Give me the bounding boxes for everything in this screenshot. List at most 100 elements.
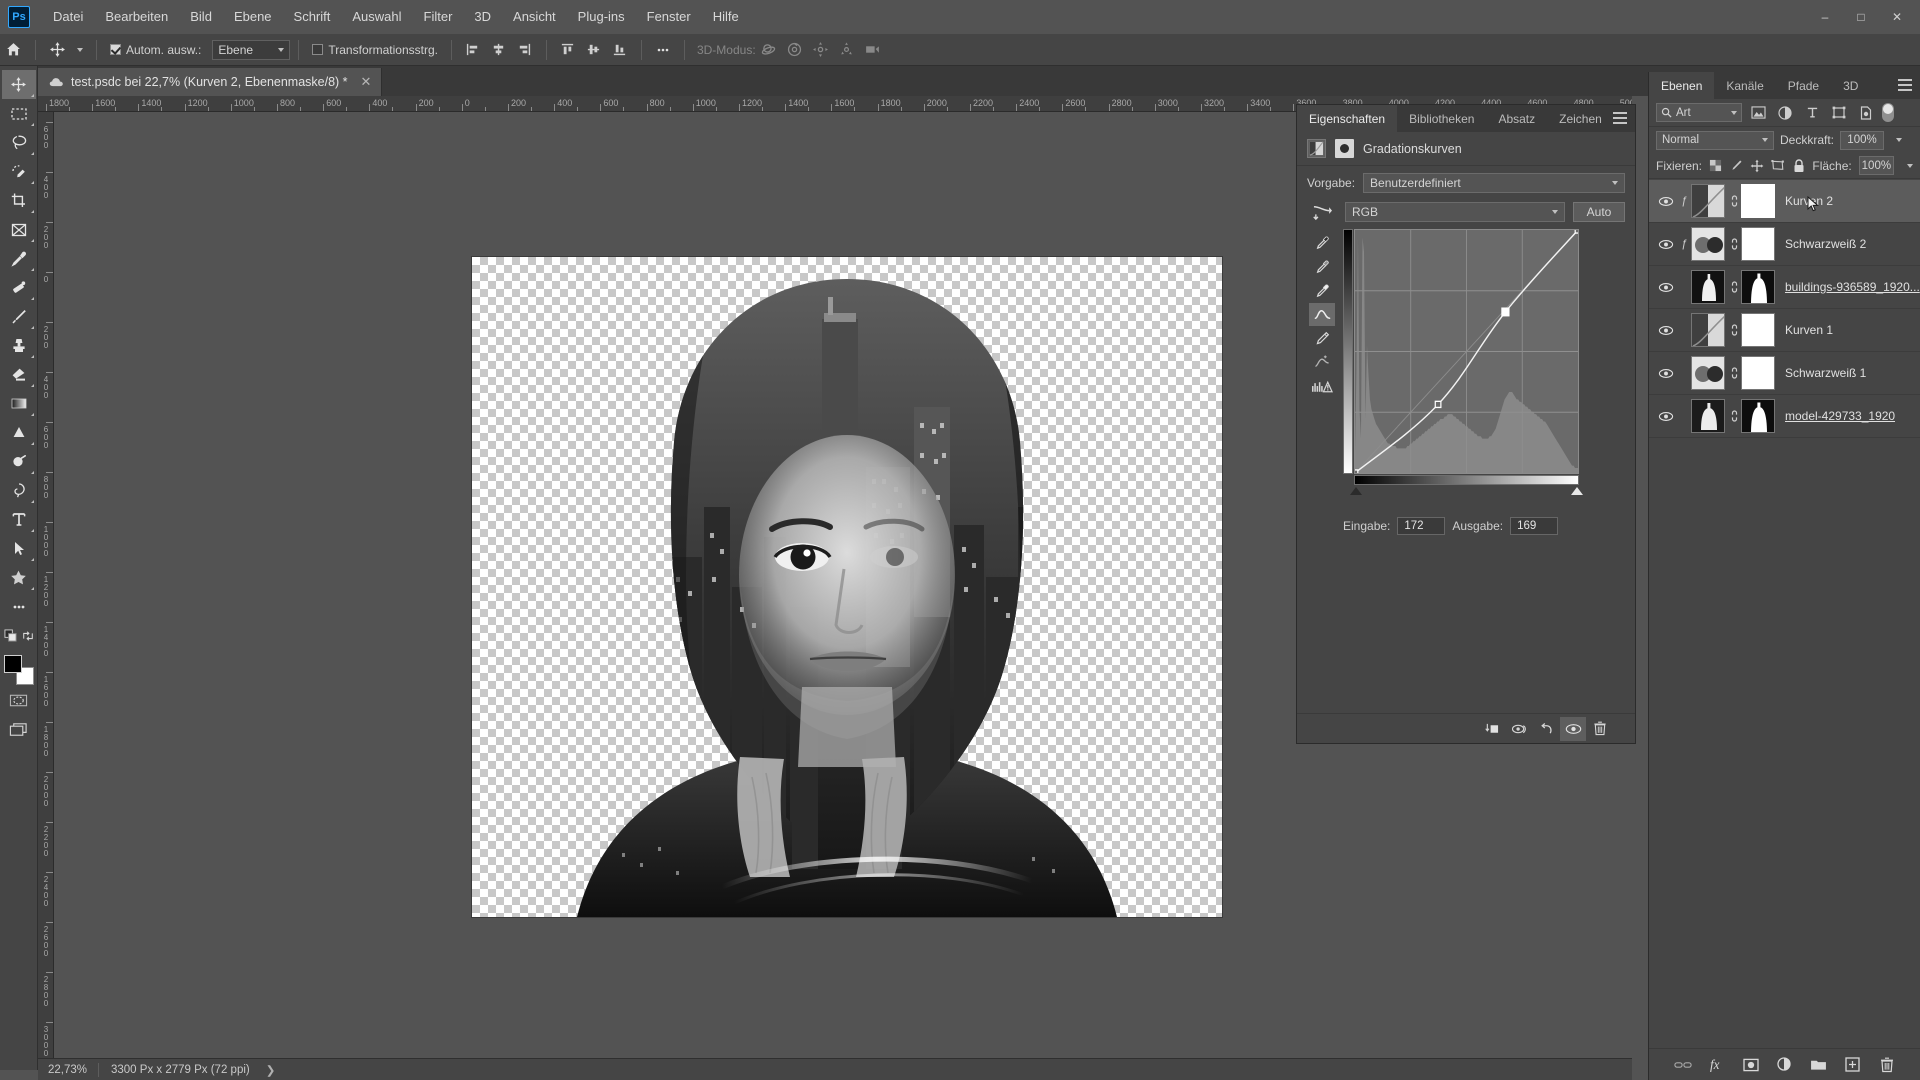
dodge-tool-button[interactable] [2,447,36,476]
lock-artboard-icon[interactable] [1771,157,1785,174]
eyedropper-tool-button[interactable] [2,244,36,273]
curve-control-point[interactable] [1574,230,1578,234]
tab-3d[interactable]: 3D [1831,72,1870,99]
toggle-visibility-button[interactable] [1560,716,1586,741]
shape-tool-button[interactable] [2,563,36,592]
more-options-button[interactable] [650,37,676,63]
frame-tool-button[interactable] [2,215,36,244]
lasso-tool-button[interactable] [2,128,36,157]
blur-tool-button[interactable] [2,418,36,447]
white-point-slider[interactable] [1571,487,1583,495]
align-middle-v-button[interactable] [581,37,607,63]
auto-button[interactable]: Auto [1573,202,1625,222]
type-tool-button[interactable] [2,505,36,534]
foreground-color-swatch[interactable] [3,655,22,673]
document-tab[interactable]: test.psdc bei 22,7% (Kurven 2, Ebenenmas… [38,68,383,96]
gradient-tool-button[interactable] [2,389,36,418]
layer-name[interactable]: model-429733_1920 [1785,409,1895,423]
layer-link-icon[interactable] [1727,366,1741,380]
lock-all-icon[interactable] [1792,157,1805,174]
layer-row-0[interactable]: ƒ Kurven 2 [1649,180,1920,223]
menu-item-hilfe[interactable]: Hilfe [702,0,750,34]
opacity-value-field[interactable]: 100% [1840,130,1885,150]
menu-item-ansicht[interactable]: Ansicht [502,0,567,34]
sample-white-point-icon[interactable] [1309,279,1335,302]
output-value-field[interactable]: 169 [1510,517,1559,535]
new-adjustment-button[interactable] [1775,1055,1795,1075]
channel-dropdown[interactable]: RGB [1345,202,1565,222]
layer-row-2[interactable]: buildings-936589_1920... [1649,266,1920,309]
layer-thumbnail[interactable] [1691,313,1725,347]
draw-curve-pencil-icon[interactable] [1309,327,1335,350]
layer-visibility-toggle[interactable] [1655,239,1677,250]
filter-smart-icon[interactable] [1855,103,1877,123]
quick-mask-button[interactable] [2,686,36,715]
sample-gray-point-icon[interactable] [1309,255,1335,278]
layer-link-icon[interactable] [1727,280,1741,294]
toggle-previous-state-button[interactable] [1506,717,1532,741]
layer-thumbnail[interactable] [1691,356,1725,390]
tab-eigenschaften[interactable]: Eigenschaften [1297,105,1398,132]
layer-mask-thumbnail[interactable] [1741,313,1775,347]
swap-colors-icon[interactable] [22,630,34,642]
lock-image-icon[interactable] [1729,157,1742,174]
eraser-tool-button[interactable] [2,360,36,389]
brush-tool-button[interactable] [2,302,36,331]
crop-tool-button[interactable] [2,186,36,215]
filter-adjustment-icon[interactable] [1774,103,1796,123]
transform-controls-checkbox[interactable]: Transformationsstrg. [307,34,443,66]
menu-item-schrift[interactable]: Schrift [283,0,342,34]
smooth-curve-icon[interactable] [1309,351,1335,374]
layer-visibility-toggle[interactable] [1655,368,1677,379]
menu-item-plugins[interactable]: Plug-ins [567,0,636,34]
tab-zeichen[interactable]: Zeichen [1547,105,1614,132]
layer-row-1[interactable]: ƒ Schwarzweiß 2 [1649,223,1920,266]
menu-item-3d[interactable]: 3D [463,0,502,34]
clipping-warning-icon[interactable] [1309,375,1335,398]
lock-position-icon[interactable] [1750,157,1764,174]
layer-thumbnail[interactable] [1691,184,1725,218]
layer-name[interactable]: Schwarzweiß 2 [1785,237,1866,251]
screen-mode-button[interactable] [2,715,36,744]
zoom-level[interactable]: 22,73% [38,1064,98,1076]
layer-link-icon[interactable] [1727,409,1741,423]
layer-row-5[interactable]: model-429733_1920 [1649,395,1920,438]
tab-pfade[interactable]: Pfade [1776,72,1831,99]
minimize-button[interactable]: – [1808,0,1842,34]
preset-dropdown[interactable]: Benutzerdefiniert [1363,173,1625,193]
menu-item-fenster[interactable]: Fenster [636,0,702,34]
menu-item-bearbeiten[interactable]: Bearbeiten [94,0,179,34]
layer-mask-thumbnail[interactable] [1741,399,1775,433]
align-bottom-button[interactable] [607,37,633,63]
current-tool-button[interactable] [44,34,88,66]
layer-visibility-toggle[interactable] [1655,282,1677,293]
marquee-tool-button[interactable] [2,99,36,128]
filter-pixel-icon[interactable] [1747,103,1769,123]
align-center-h-button[interactable] [486,37,512,63]
layer-name[interactable]: buildings-936589_1920... [1785,280,1920,294]
fill-chevron-icon[interactable] [1907,163,1913,168]
layer-thumbnail[interactable] [1691,227,1725,261]
curve-control-point[interactable] [1355,469,1359,473]
quick-selection-tool-button[interactable] [2,157,36,186]
auto-select-checkbox-box[interactable] [110,44,121,55]
blend-mode-dropdown[interactable]: Normal [1656,130,1774,150]
layer-visibility-toggle[interactable] [1655,325,1677,336]
layer-thumbnail[interactable] [1691,270,1725,304]
menu-item-datei[interactable]: Datei [42,0,94,34]
layer-filter-dropdown[interactable]: Art [1656,103,1742,122]
auto-select-checkbox[interactable]: Autom. ausw.: [105,34,206,66]
layer-name[interactable]: Schwarzweiß 1 [1785,366,1866,380]
layer-visibility-toggle[interactable] [1655,411,1677,422]
close-button[interactable]: ✕ [1880,0,1914,34]
menu-item-bild[interactable]: Bild [179,0,223,34]
clip-to-layer-button[interactable] [1479,717,1505,741]
close-tab-icon[interactable]: ✕ [361,74,372,90]
path-selection-tool-button[interactable] [2,534,36,563]
tab-kanaele[interactable]: Kanäle [1714,72,1775,99]
sample-black-point-icon[interactable] [1309,231,1335,254]
new-group-button[interactable] [1809,1055,1829,1075]
curves-graph[interactable] [1354,229,1579,474]
layer-link-icon[interactable] [1727,237,1741,251]
layer-mask-thumbnail[interactable] [1741,356,1775,390]
